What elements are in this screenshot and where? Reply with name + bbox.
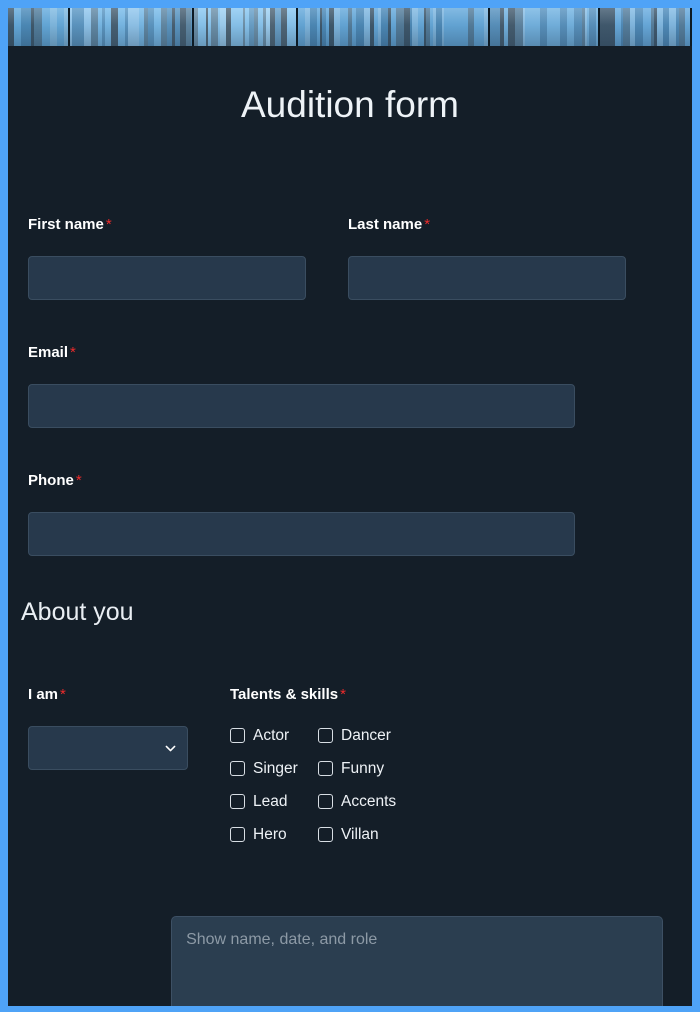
checkbox-icon[interactable] (318, 728, 333, 743)
first-name-input[interactable] (28, 256, 306, 300)
checkbox-label: Villan (341, 825, 379, 843)
last-name-group: Last name * (348, 216, 626, 300)
checkbox-item[interactable]: Hero (230, 823, 318, 846)
checkbox-item[interactable]: Dancer (318, 724, 396, 747)
phone-required-marker: * (75, 472, 82, 489)
audition-form: Audition form First name * Last name * Ema… (8, 46, 692, 1006)
checkbox-label: Funny (341, 759, 385, 777)
checkbox-icon[interactable] (230, 761, 245, 776)
checkbox-icon[interactable] (230, 794, 245, 809)
page-frame: Audition form First name * Last name * Ema… (0, 0, 700, 1012)
checkbox-label: Lead (253, 792, 288, 810)
form-card: Audition form First name * Last name * Ema… (8, 8, 692, 1006)
first-name-group: First name * (28, 216, 306, 300)
i-am-label: I am (28, 686, 59, 703)
checkbox-icon[interactable] (318, 761, 333, 776)
checkbox-icon[interactable] (318, 794, 333, 809)
checkbox-item[interactable]: Singer (230, 757, 318, 780)
i-am-select[interactable] (28, 726, 188, 770)
shows-textarea[interactable] (171, 916, 664, 1006)
phone-group: Phone * (28, 472, 575, 556)
talents-label: Talents & skills (230, 686, 339, 703)
checkbox-label: Hero (253, 825, 287, 843)
last-name-input[interactable] (348, 256, 626, 300)
email-required-marker: * (70, 344, 76, 361)
email-input[interactable] (28, 384, 575, 428)
talents-required-marker: * (340, 686, 346, 703)
checkbox-item[interactable]: Villan (318, 823, 396, 846)
first-name-label: First name (28, 216, 104, 233)
page-title: Audition form (241, 84, 459, 125)
phone-label: Phone (28, 472, 74, 489)
checkbox-icon[interactable] (230, 728, 245, 743)
checkbox-label: Actor (253, 726, 290, 744)
shows-group: Shows I've been in: (28, 896, 664, 1006)
checkbox-item[interactable]: Actor (230, 724, 318, 747)
checkbox-item[interactable]: Funny (318, 757, 396, 780)
talents-checkbox-grid: Actor Dancer Singer Funny Lead Accents H… (230, 724, 396, 846)
talents-group: Talents & skills * Actor Dancer Singer F… (230, 686, 396, 846)
checkbox-label: Dancer (341, 726, 391, 744)
email-label: Email (28, 344, 69, 361)
first-name-required-marker: * (105, 216, 112, 233)
last-name-required-marker: * (424, 216, 431, 233)
checkbox-icon[interactable] (318, 827, 333, 842)
i-am-select-wrapper[interactable] (28, 726, 188, 770)
checkbox-icon[interactable] (230, 827, 245, 842)
about-you-heading: About you (21, 598, 134, 626)
email-group: Email * (28, 344, 575, 428)
checkbox-item[interactable]: Lead (230, 790, 318, 813)
checkbox-item[interactable]: Accents (318, 790, 396, 813)
phone-input[interactable] (28, 512, 575, 556)
last-name-label: Last name (348, 216, 423, 233)
checkbox-label: Singer (253, 759, 298, 777)
i-am-group: I am * (28, 686, 188, 770)
checkbox-label: Accents (341, 792, 397, 810)
header-banner-image (8, 8, 692, 46)
i-am-required-marker: * (60, 686, 66, 703)
